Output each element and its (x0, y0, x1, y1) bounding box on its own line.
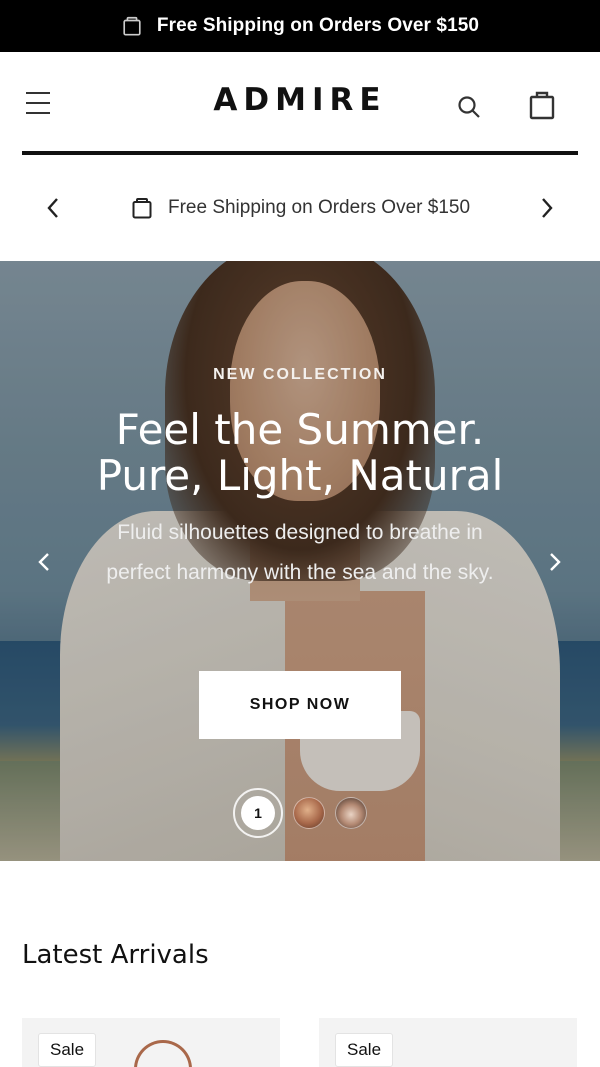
brand-logo[interactable]: ADMIRE (0, 82, 600, 118)
hero-slide-pagination: 1 (0, 788, 600, 838)
sale-badge: Sale (335, 1033, 394, 1067)
hero-next-chevron-icon[interactable] (543, 551, 565, 573)
shop-now-button[interactable]: SHOP NOW (199, 671, 401, 739)
search-icon[interactable] (456, 94, 482, 120)
product-card[interactable]: Sale (319, 1018, 577, 1067)
product-image (134, 1040, 192, 1067)
announcement-text: Free Shipping on Orders Over $150 (167, 197, 471, 218)
sale-badge: Sale (38, 1033, 97, 1067)
shopping-bag-icon (132, 198, 152, 219)
top-announcement-bar: Free Shipping on Orders Over $150 (0, 0, 600, 52)
hero-headline-line2: Pure, Light, Natural (96, 451, 504, 500)
hero-banner: NEW COLLECTION Feel the Summer. Pure, Li… (0, 261, 600, 861)
hero-eyebrow: NEW COLLECTION (213, 366, 387, 383)
slide-thumb-2[interactable] (293, 797, 325, 829)
cart-bag-icon[interactable] (528, 90, 556, 120)
slide-number: 1 (241, 796, 275, 830)
hero-subtitle: Fluid silhouettes designed to breathe in… (106, 521, 494, 584)
hero-headline-line1: Feel the Summer. (115, 405, 485, 454)
hero-headline: Feel the Summer. Pure, Light, Natural (0, 407, 600, 499)
product-card[interactable]: Sale (22, 1018, 280, 1067)
site-header: ADMIRE (0, 52, 600, 155)
latest-arrivals-title: Latest Arrivals (22, 940, 209, 970)
header-divider (22, 151, 578, 155)
top-announcement-text: Free Shipping on Orders Over $150 (156, 15, 480, 36)
slide-dot-active[interactable]: 1 (233, 788, 283, 838)
hero-prev-chevron-icon[interactable] (34, 551, 56, 573)
chevron-right-icon[interactable] (534, 196, 558, 220)
slide-thumb-3[interactable] (335, 797, 367, 829)
shopping-bag-icon (123, 16, 141, 36)
announcement-slider: Free Shipping on Orders Over $150 (0, 160, 600, 260)
